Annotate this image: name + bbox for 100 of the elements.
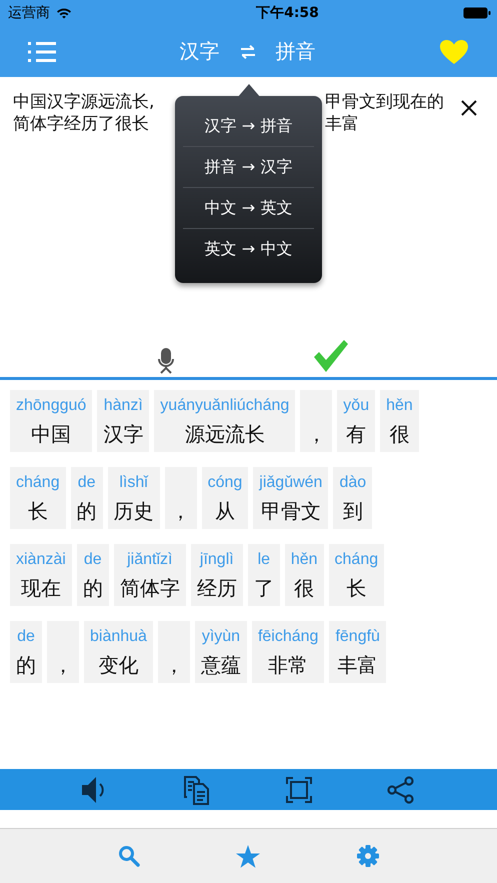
- wifi-icon: [56, 7, 72, 19]
- share-icon[interactable]: [387, 776, 415, 804]
- hanzi-text: ，: [170, 498, 191, 525]
- pinyin-text: de: [78, 473, 96, 493]
- word-tile[interactable]: cháng 长: [10, 467, 66, 529]
- hanzi-text: 汉字: [103, 421, 144, 448]
- pinyin-text: lìshǐ: [119, 473, 148, 493]
- settings-icon[interactable]: [356, 845, 379, 867]
- hanzi-text: 丰富: [338, 652, 378, 679]
- hanzi-text: 长: [28, 498, 48, 525]
- word-tile[interactable]: jiǎntǐzì 简体字: [114, 544, 186, 606]
- hanzi-text: 源远流长: [184, 421, 265, 448]
- pinyin-text: biànhuà: [90, 627, 147, 647]
- menu-item[interactable]: 拼音 → 汉字: [183, 147, 314, 188]
- word-tile[interactable]: ，: [300, 390, 332, 452]
- hanzi-text: ，: [164, 652, 184, 679]
- word-tile[interactable]: jīnglì 经历: [190, 544, 243, 606]
- fullscreen-icon[interactable]: [286, 776, 312, 802]
- word-tile[interactable]: hěn 很: [284, 544, 324, 606]
- word-tile[interactable]: ，: [164, 467, 197, 529]
- word-tile[interactable]: yuányuǎnliúcháng 源远流长: [154, 390, 296, 452]
- hanzi-text: 了: [254, 575, 274, 602]
- pinyin-text: fēngfù: [335, 627, 380, 647]
- hanzi-text: 有: [346, 421, 366, 448]
- pinyin-text: fēicháng: [258, 627, 318, 647]
- word-tile[interactable]: biànhuà 变化: [84, 621, 153, 683]
- pinyin-text: de: [84, 550, 102, 570]
- swap-icon[interactable]: [240, 44, 256, 58]
- pinyin-text: zhōngguó: [16, 396, 86, 416]
- hanzi-text: 很: [294, 575, 314, 602]
- hanzi-text: 变化: [98, 652, 138, 679]
- pinyin-text: jīnglì: [200, 550, 234, 570]
- input-text: 中国汉字源远流长,: [13, 91, 154, 113]
- pinyin-text: xiànzài: [16, 550, 66, 570]
- hanzi-text: 的: [82, 575, 103, 602]
- pinyin-text: jiǎntǐzì: [127, 550, 172, 570]
- pinyin-text: cháng: [16, 473, 60, 493]
- word-tile[interactable]: cóng 从: [202, 467, 248, 529]
- pinyin-text: jiǎgǔwén: [259, 473, 322, 493]
- microphone-icon[interactable]: [158, 348, 174, 374]
- pinyin-text: cháng: [334, 550, 378, 570]
- word-tile[interactable]: hěn 很: [380, 390, 419, 452]
- word-tile[interactable]: cháng 长: [328, 544, 384, 606]
- pinyin-text: yǒu: [343, 396, 370, 416]
- word-tile[interactable]: zhōngguó 中国: [10, 390, 92, 452]
- list-menu-icon[interactable]: [28, 40, 56, 64]
- hanzi-text: 很: [389, 421, 410, 448]
- pinyin-text: cóng: [208, 473, 242, 493]
- hanzi-text: 意蕴: [200, 652, 241, 679]
- word-tile[interactable]: jiǎgǔwén 甲骨文: [253, 467, 328, 529]
- word-tile[interactable]: xiànzài 现在: [10, 544, 72, 606]
- hanzi-text: 简体字: [120, 575, 180, 602]
- menu-item[interactable]: 中文 → 英文: [183, 188, 314, 229]
- word-tile[interactable]: de 的: [70, 467, 103, 529]
- word-tile[interactable]: yǒu 有: [337, 390, 376, 452]
- battery-icon: [462, 7, 491, 19]
- hanzi-text: 到: [342, 498, 363, 525]
- word-tile[interactable]: fēngfù 丰富: [329, 621, 386, 683]
- heart-icon[interactable]: [439, 38, 469, 64]
- word-tile[interactable]: yìyùn 意蕴: [194, 621, 247, 683]
- pinyin-text: yìyùn: [202, 627, 240, 647]
- word-tile[interactable]: le 了: [248, 544, 280, 606]
- menu-pointer-icon: [237, 84, 261, 98]
- menu-item[interactable]: 汉字 → 拼音: [183, 106, 314, 147]
- word-tile[interactable]: ，: [158, 621, 190, 683]
- hanzi-text: 非常: [268, 652, 308, 679]
- hanzi-text: 的: [16, 652, 36, 679]
- word-tile[interactable]: fēicháng 非常: [252, 621, 324, 683]
- status-time: 下午4:58: [256, 4, 319, 22]
- pinyin-text: hěn: [290, 550, 318, 570]
- hanzi-text: 甲骨文: [260, 498, 321, 525]
- search-icon[interactable]: [118, 845, 140, 867]
- hanzi-text: 从: [214, 498, 235, 525]
- checkmark-icon[interactable]: [314, 340, 348, 372]
- word-tile[interactable]: de 的: [10, 621, 42, 683]
- pinyin-text: de: [17, 627, 35, 647]
- close-icon[interactable]: [461, 100, 477, 116]
- star-icon[interactable]: [236, 844, 260, 868]
- input-text: 丰富: [325, 113, 359, 135]
- pinyin-text: yuányuǎnliúcháng: [160, 396, 290, 416]
- menu-item[interactable]: 英文 → 中文: [183, 229, 314, 269]
- copy-icon[interactable]: [183, 774, 211, 804]
- pinyin-text: le: [258, 550, 270, 570]
- pinyin-text: hànzì: [104, 396, 143, 416]
- word-tile[interactable]: hànzì 汉字: [97, 390, 150, 452]
- word-tile[interactable]: de 的: [76, 544, 109, 606]
- hanzi-text: 经历: [196, 575, 237, 602]
- carrier-name: 运营商: [8, 4, 50, 22]
- word-tile[interactable]: dào 到: [333, 467, 372, 529]
- pinyin-text: hěn: [386, 396, 413, 416]
- word-tile[interactable]: lìshǐ 历史: [108, 467, 160, 529]
- hanzi-text: 历史: [114, 498, 154, 525]
- word-tile[interactable]: ，: [47, 621, 79, 683]
- input-text: 甲骨文到现在的: [325, 91, 444, 113]
- hanzi-text: 的: [76, 498, 97, 525]
- hanzi-text: 长: [346, 575, 366, 602]
- hanzi-text: ，: [53, 652, 73, 679]
- input-text: 简体字经历了很长: [13, 113, 149, 135]
- hanzi-text: 现在: [20, 575, 61, 602]
- hanzi-text: ，: [306, 421, 326, 448]
